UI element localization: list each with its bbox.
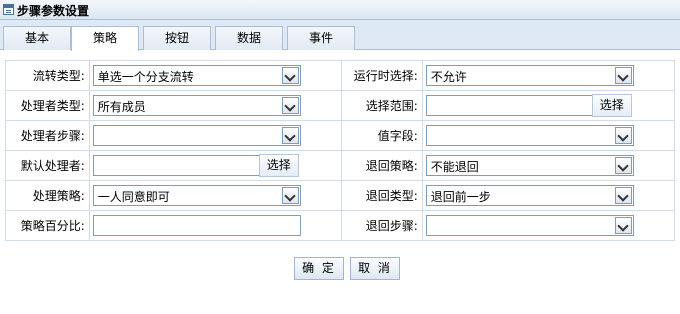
default-handler-button[interactable]: 选择 xyxy=(258,154,299,177)
value-field-label: 值字段: xyxy=(340,120,423,151)
return-step-select[interactable] xyxy=(425,215,634,236)
tab-strategy[interactable]: 策略 xyxy=(71,26,139,51)
form-row: 默认处理者: 选择 退回策略: 不能退回 xyxy=(5,150,676,181)
chevron-down-icon[interactable] xyxy=(281,67,299,84)
flow-type-value: 单选一个分支流转 xyxy=(97,70,194,84)
strategy-percent-input[interactable] xyxy=(92,215,301,236)
strategy-form: 流转类型: 单选一个分支流转 运行时选择: 不允许 处理者类型: 所有成员 选择… xyxy=(5,60,676,241)
handler-type-value: 所有成员 xyxy=(97,100,146,114)
return-type-label: 退回类型: xyxy=(340,180,423,211)
chevron-down-icon[interactable] xyxy=(614,157,632,174)
form-row: 策略百分比: 退回步骤: xyxy=(5,210,676,241)
form-row: 处理策略: 一人同意即可 退回类型: 退回前一步 xyxy=(5,180,676,211)
page-title: 步骤参数设置 xyxy=(17,4,90,18)
tab-buttons[interactable]: 按钮 xyxy=(143,26,211,50)
runtime-select-label: 运行时选择: xyxy=(340,60,423,91)
handle-strategy-select[interactable]: 一人同意即可 xyxy=(92,185,301,206)
tab-events[interactable]: 事件 xyxy=(287,26,355,50)
chevron-down-icon[interactable] xyxy=(281,187,299,204)
handle-strategy-label: 处理策略: xyxy=(5,180,90,211)
strategy-percent-label: 策略百分比: xyxy=(5,210,90,241)
tab-data[interactable]: 数据 xyxy=(215,26,283,50)
runtime-select-value: 不允许 xyxy=(430,70,467,84)
chevron-down-icon[interactable] xyxy=(614,217,632,234)
return-strategy-label: 退回策略: xyxy=(340,150,423,181)
handle-strategy-value: 一人同意即可 xyxy=(97,190,170,204)
chevron-down-icon[interactable] xyxy=(614,67,632,84)
window-icon xyxy=(3,4,14,15)
value-field-select[interactable] xyxy=(425,125,634,146)
return-type-select[interactable]: 退回前一步 xyxy=(425,185,634,206)
select-scope-input[interactable] xyxy=(425,95,594,116)
runtime-select-select[interactable]: 不允许 xyxy=(425,65,634,86)
chevron-down-icon[interactable] xyxy=(281,97,299,114)
tab-bar: 基本 策略 按钮 数据 事件 xyxy=(0,20,680,51)
form-row: 处理者类型: 所有成员 选择范围: 选择 xyxy=(5,90,676,121)
tab-basic[interactable]: 基本 xyxy=(3,26,71,50)
confirm-button[interactable]: 确 定 xyxy=(294,257,344,280)
return-type-value: 退回前一步 xyxy=(430,190,491,204)
return-strategy-select[interactable]: 不能退回 xyxy=(425,155,634,176)
flow-type-select[interactable]: 单选一个分支流转 xyxy=(92,65,301,86)
cancel-button[interactable]: 取 消 xyxy=(350,257,400,280)
return-strategy-value: 不能退回 xyxy=(430,160,479,174)
default-handler-input[interactable] xyxy=(92,155,261,176)
handler-step-select[interactable] xyxy=(92,125,301,146)
chevron-down-icon[interactable] xyxy=(614,127,632,144)
select-scope-label: 选择范围: xyxy=(340,90,423,121)
form-row: 流转类型: 单选一个分支流转 运行时选择: 不允许 xyxy=(5,60,676,91)
form-row: 处理者步骤: 值字段: xyxy=(5,120,676,151)
handler-step-label: 处理者步骤: xyxy=(5,120,90,151)
flow-type-label: 流转类型: xyxy=(5,60,90,91)
handler-type-label: 处理者类型: xyxy=(5,90,90,121)
handler-type-select[interactable]: 所有成员 xyxy=(92,95,301,116)
title-bar: 步骤参数设置 xyxy=(0,0,680,20)
select-scope-button[interactable]: 选择 xyxy=(591,94,632,117)
default-handler-label: 默认处理者: xyxy=(5,150,90,181)
return-step-label: 退回步骤: xyxy=(340,210,423,241)
chevron-down-icon[interactable] xyxy=(281,127,299,144)
chevron-down-icon[interactable] xyxy=(614,187,632,204)
